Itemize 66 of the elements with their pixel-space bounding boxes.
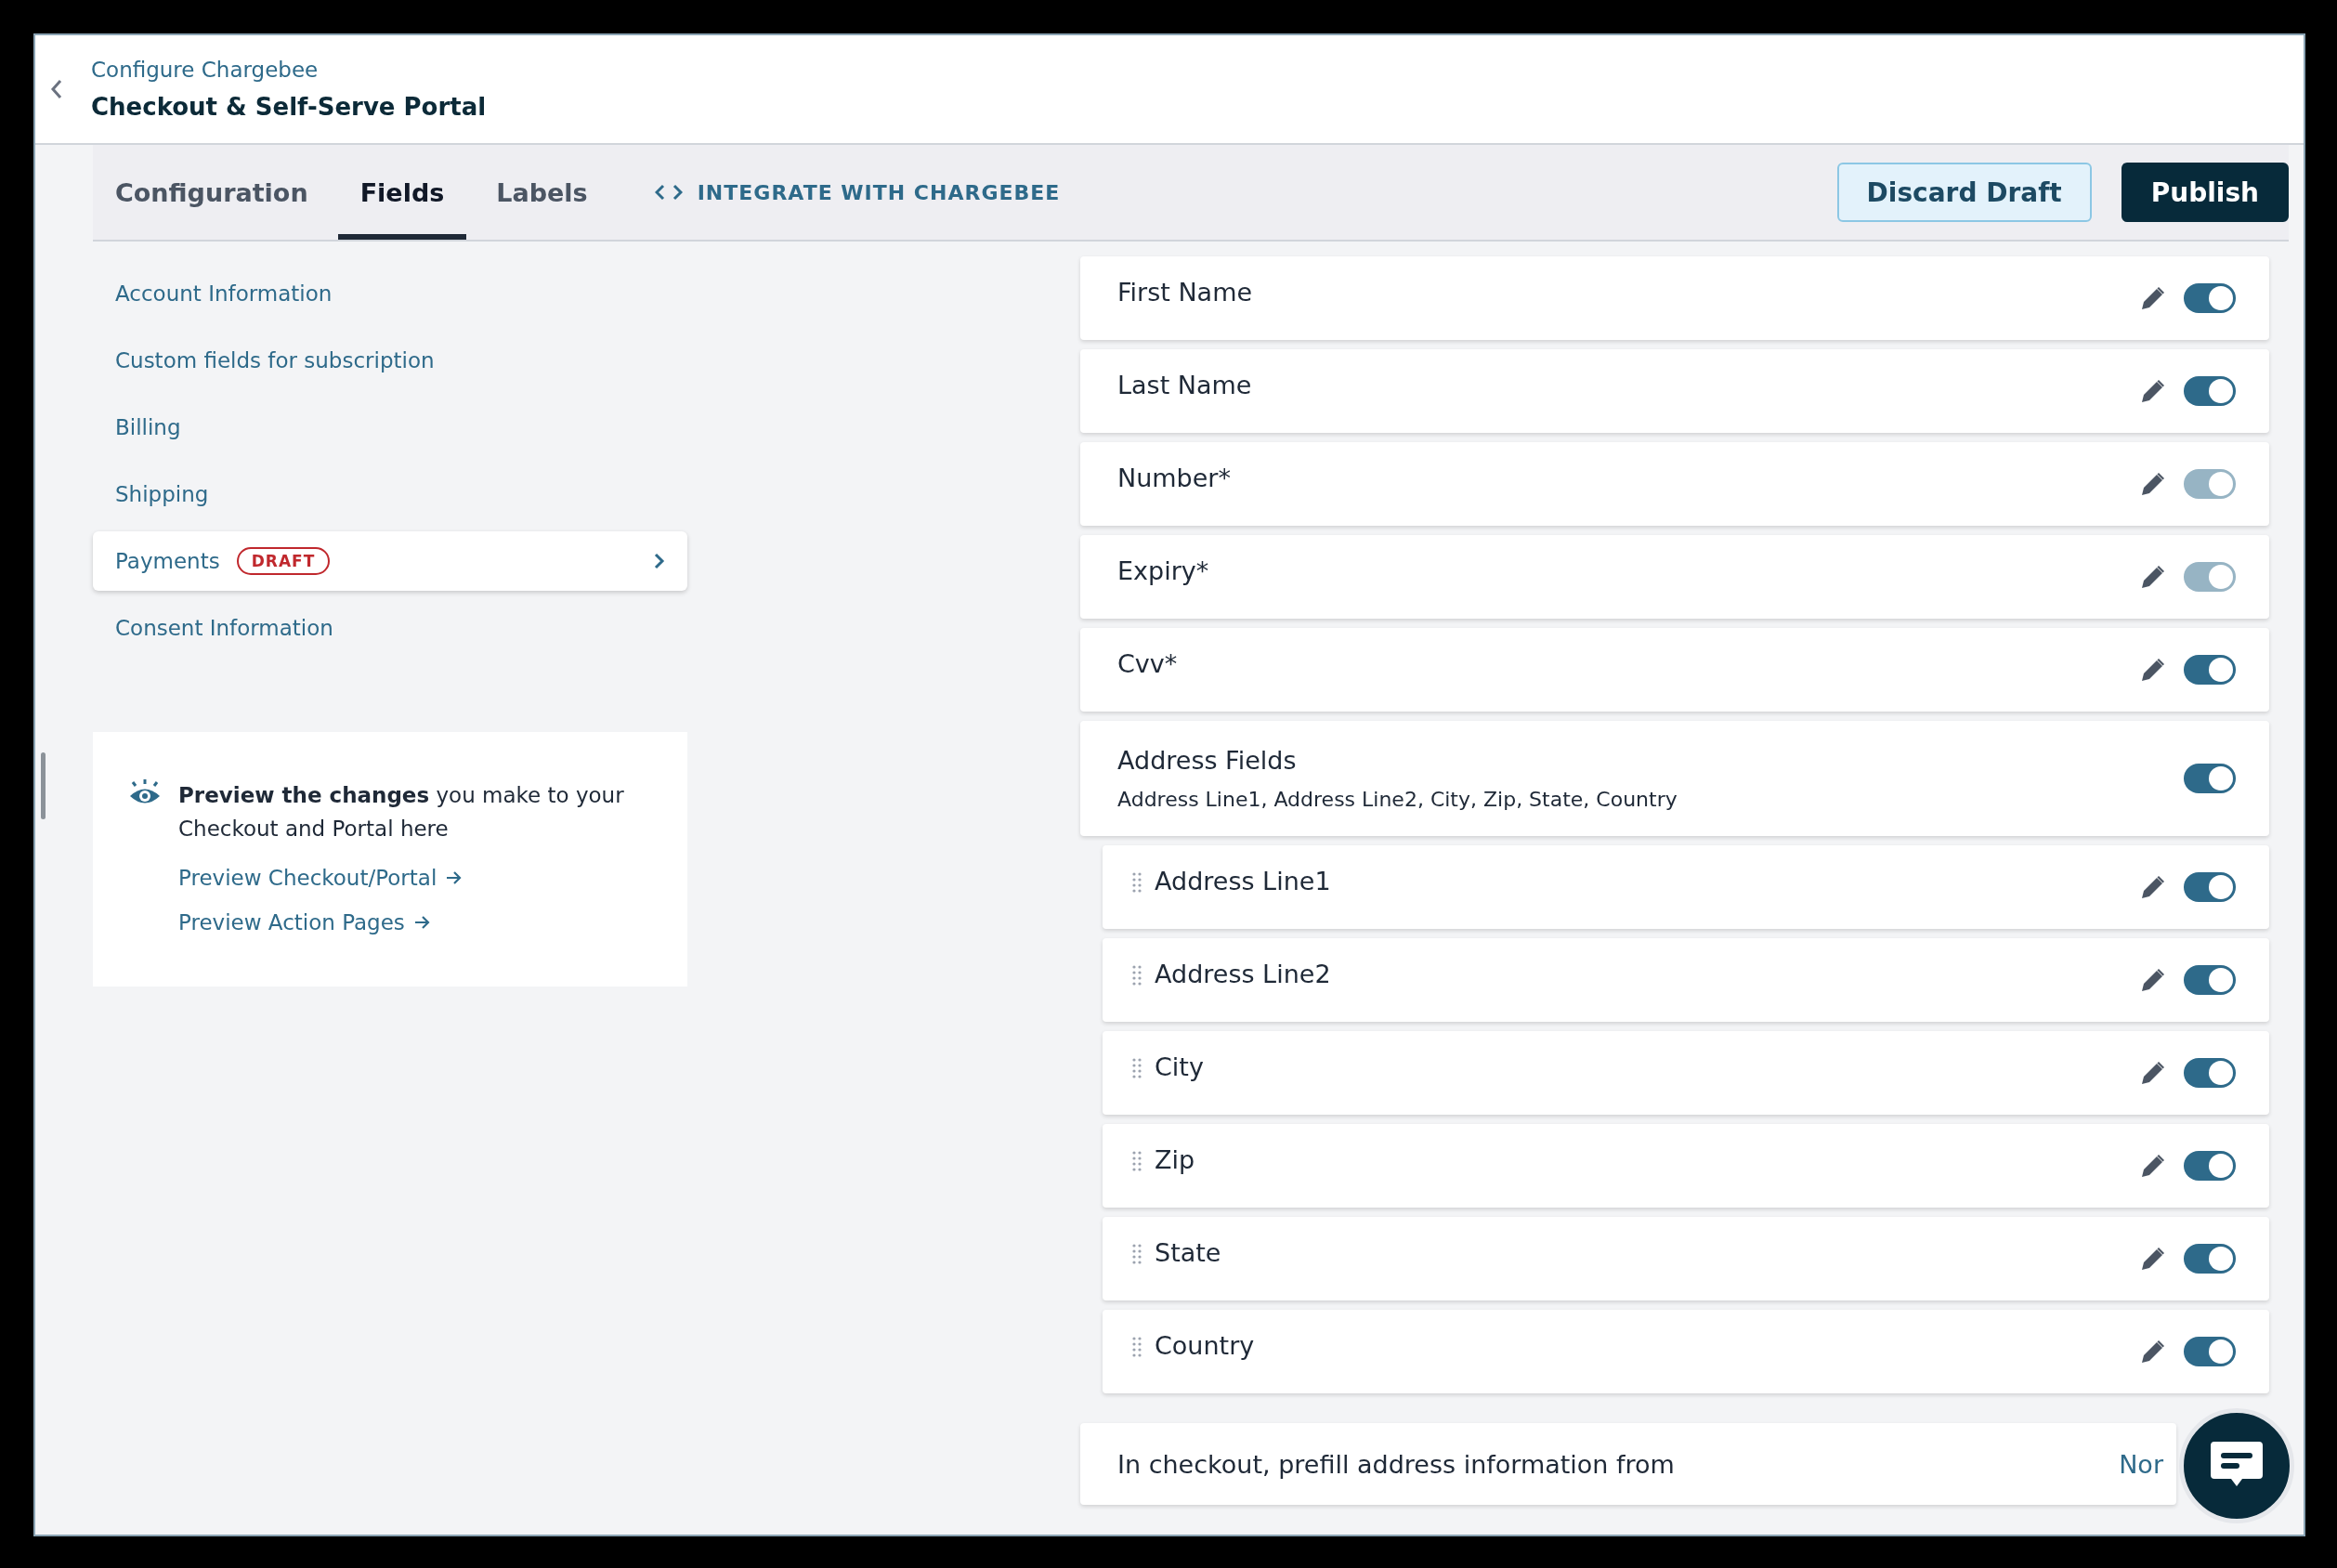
pencil-icon[interactable] <box>2141 472 2165 496</box>
preview-link[interactable]: Preview Checkout/Portal <box>178 866 463 890</box>
tab[interactable]: Configuration <box>93 145 331 240</box>
field-label: Expiry* <box>1117 555 1209 585</box>
field-label: Address Fields <box>1117 746 1298 775</box>
field-label: Number* <box>1117 463 1231 492</box>
pencil-icon[interactable] <box>2141 1247 2165 1271</box>
pencil-icon[interactable] <box>2141 1339 2165 1364</box>
field-label: City <box>1155 1052 1204 1081</box>
toggle-switch[interactable] <box>2184 965 2236 995</box>
toggle-switch[interactable] <box>2184 283 2236 313</box>
sidebar-item[interactable]: Shipping <box>93 464 687 524</box>
page-title: Checkout & Self-Serve Portal <box>91 93 487 121</box>
pencil-icon[interactable] <box>2141 286 2165 310</box>
back-icon[interactable] <box>50 79 63 99</box>
pencil-icon[interactable] <box>2141 1061 2165 1085</box>
chevron-right-icon <box>654 553 665 569</box>
scrollbar[interactable] <box>41 752 46 819</box>
field-label: Address Line1 <box>1155 866 1331 895</box>
preview-description: Preview the changes you make to your Checkout and Portal here <box>178 782 625 843</box>
field-label: State <box>1155 1237 1221 1267</box>
toggle-switch[interactable] <box>2184 764 2236 793</box>
pencil-icon[interactable] <box>2141 379 2165 403</box>
draft-badge: DRAFT <box>236 547 331 575</box>
sidebar-item[interactable]: Account Information <box>93 264 687 323</box>
field-summary: Address Line1, Address Line2, City, Zip, State, Country <box>1117 788 1678 811</box>
discard-draft-button[interactable]: Discard Draft <box>1836 163 2092 222</box>
sidebar-item[interactable]: Custom fields for subscription <box>93 331 687 390</box>
field-label: First Name <box>1117 277 1253 307</box>
pencil-icon[interactable] <box>2141 1154 2165 1178</box>
pencil-icon[interactable] <box>2141 565 2165 589</box>
toggle-switch[interactable] <box>2184 1244 2236 1274</box>
breadcrumb-link[interactable]: Configure Chargebee <box>91 58 487 82</box>
toggle-switch[interactable] <box>2184 655 2236 685</box>
toggle-switch[interactable] <box>2184 376 2236 406</box>
drag-handle-icon[interactable] <box>1132 965 1142 986</box>
tab[interactable]: Fields <box>337 145 467 240</box>
drag-handle-icon[interactable] <box>1132 1244 1142 1264</box>
arrow-right-icon <box>413 915 431 930</box>
toggle-switch[interactable] <box>2184 1058 2236 1088</box>
field-label: Zip <box>1155 1144 1195 1174</box>
sidebar-item[interactable]: Consent Information <box>93 598 687 658</box>
drag-handle-icon[interactable] <box>1132 1058 1142 1078</box>
toggle-switch[interactable] <box>2184 872 2236 902</box>
arrow-right-icon <box>446 870 463 885</box>
pencil-icon[interactable] <box>2141 658 2165 682</box>
toggle-switch[interactable] <box>2184 1337 2236 1366</box>
publish-button[interactable]: Publish <box>2121 163 2289 222</box>
integrate-link[interactable]: INTEGRATE WITH CHARGEBEE <box>654 145 1061 240</box>
drag-handle-icon[interactable] <box>1132 1337 1142 1357</box>
setting-value[interactable]: Nor <box>2119 1449 2163 1479</box>
field-label: Cvv* <box>1117 648 1178 678</box>
code-icon <box>654 184 683 201</box>
drag-handle-icon[interactable] <box>1132 872 1142 893</box>
preview-link[interactable]: Preview Action Pages <box>178 910 431 934</box>
pencil-icon[interactable] <box>2141 968 2165 992</box>
tab[interactable]: Labels <box>474 145 610 240</box>
pencil-icon[interactable] <box>2141 875 2165 899</box>
sidebar-item[interactable]: Payments DRAFT <box>93 531 687 591</box>
field-label: Last Name <box>1117 370 1252 399</box>
toggle-switch[interactable] <box>2184 1151 2236 1181</box>
setting-label: In checkout, prefill address information from <box>1117 1449 1675 1479</box>
sidebar-item[interactable]: Billing <box>93 398 687 457</box>
field-label: Address Line2 <box>1155 959 1331 988</box>
drag-handle-icon[interactable] <box>1132 1151 1142 1171</box>
field-label: Country <box>1155 1330 1255 1360</box>
